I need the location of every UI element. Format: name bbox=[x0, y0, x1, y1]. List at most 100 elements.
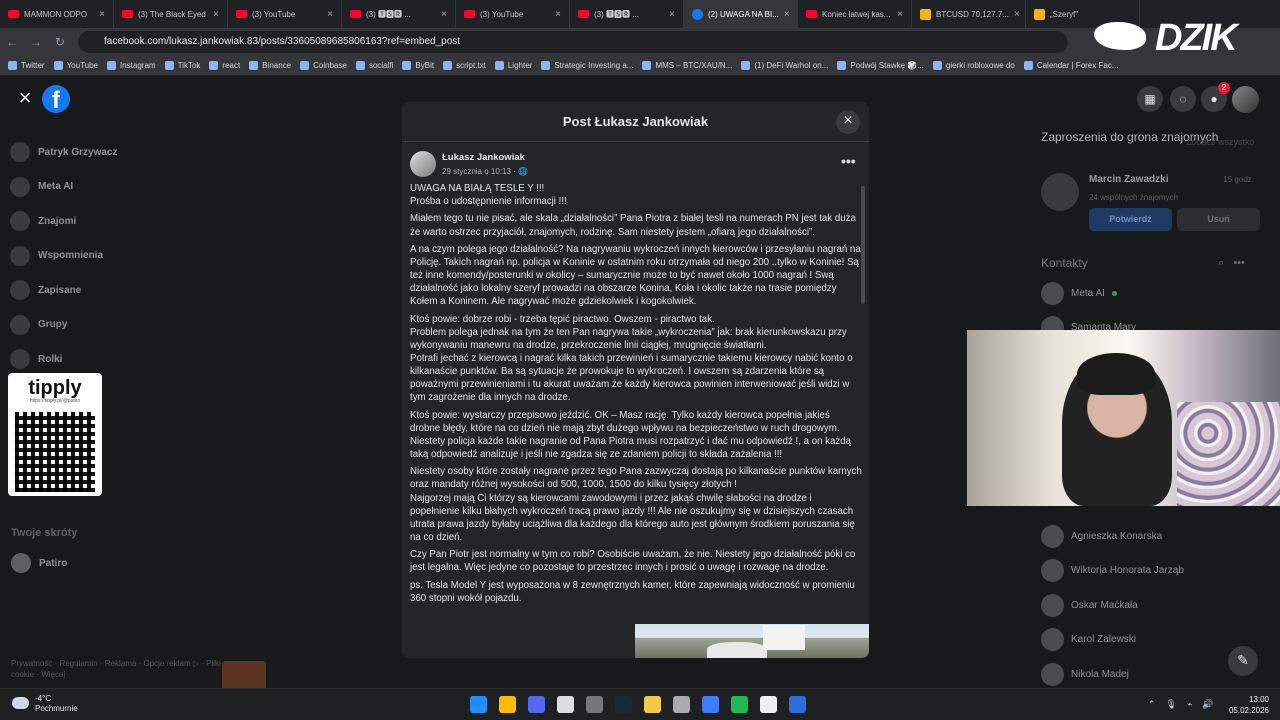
browser-tab[interactable]: (3) YouTube × bbox=[456, 0, 570, 28]
more-options-icon[interactable]: ••• bbox=[841, 153, 856, 169]
bookmark-item[interactable]: TikTok bbox=[164, 61, 200, 70]
close-tab-icon[interactable]: × bbox=[669, 9, 675, 20]
bookmark-item[interactable]: Lighter bbox=[494, 61, 532, 70]
contact-avatar bbox=[1041, 558, 1064, 582]
reload-icon[interactable]: ↻ bbox=[48, 35, 72, 49]
browser-tab[interactable]: (3) 🆃🆂🆁 ... × bbox=[342, 0, 456, 28]
discord-icon[interactable] bbox=[528, 696, 545, 713]
close-icon[interactable]: × bbox=[836, 110, 860, 134]
bookmark-item[interactable]: (1) DeFi Warhol on... bbox=[741, 61, 828, 70]
close-tab-icon[interactable]: × bbox=[784, 9, 790, 20]
close-tab-icon[interactable]: × bbox=[99, 9, 105, 20]
contact-item[interactable]: Oskar Maćkała bbox=[1041, 593, 1138, 617]
messenger-icon[interactable]: ◌ bbox=[1170, 86, 1196, 112]
menu-grid-icon[interactable]: ▦ bbox=[1137, 86, 1163, 112]
chevron-up-icon[interactable]: ⌃ bbox=[1148, 699, 1156, 710]
facebook-footer[interactable]: Prywatność · Regulamin · Reklama · Opcje… bbox=[11, 658, 221, 680]
bookmark-item[interactable]: YouTube bbox=[53, 61, 98, 70]
browser-tab[interactable]: Koniec łatwej kas... × bbox=[798, 0, 912, 28]
bookmark-item[interactable]: gierki robloxowe do bbox=[932, 61, 1015, 70]
author-name[interactable]: Łukasz Jankowiak bbox=[442, 152, 525, 163]
folder-icon[interactable] bbox=[644, 696, 661, 713]
bookmark-item[interactable]: MMS – BTC/XAU/N... bbox=[642, 61, 732, 70]
chrome-icon[interactable] bbox=[499, 696, 516, 713]
profile-avatar-icon bbox=[10, 142, 30, 163]
bookmark-item[interactable]: Calendar | Forex Fac... bbox=[1023, 61, 1118, 70]
left-nav-item[interactable]: Patryk Grzywacz bbox=[10, 135, 180, 170]
bookmark-item[interactable]: ByBit bbox=[402, 61, 434, 70]
forward-icon[interactable]: → bbox=[24, 35, 48, 49]
microphone-icon[interactable]: 🎙 bbox=[1166, 699, 1177, 710]
contact-item[interactable]: Nikola Madej bbox=[1041, 662, 1129, 686]
video-editor-icon[interactable] bbox=[557, 696, 574, 713]
browser-tab[interactable]: MAMMON ODPO × bbox=[0, 0, 114, 28]
volume-icon[interactable]: 🔊 bbox=[1202, 699, 1213, 710]
request-avatar[interactable] bbox=[1041, 173, 1079, 211]
browser-tab[interactable]: (3) 🆃🆂🆁 ... × bbox=[570, 0, 684, 28]
network-icon[interactable]: ⌁ bbox=[1187, 699, 1192, 710]
bookmark-item[interactable]: Strategic Investing a... bbox=[541, 61, 633, 70]
contact-item[interactable]: Agnieszka Konarska bbox=[1041, 524, 1162, 548]
bookmark-icon bbox=[53, 61, 63, 70]
delete-button[interactable]: Usuń bbox=[1177, 208, 1260, 231]
weather-widget[interactable]: -4°C Pochmurnie bbox=[12, 694, 78, 714]
network-icon[interactable] bbox=[702, 696, 719, 713]
steam-icon[interactable] bbox=[615, 696, 632, 713]
browser-tab[interactable]: BTCUSD 70,127.7... × bbox=[912, 0, 1026, 28]
contacts-title: Kontakty bbox=[1041, 256, 1088, 270]
see-all-link[interactable]: Zobacz wszystko bbox=[1186, 137, 1255, 147]
left-nav-item[interactable]: Znajomi bbox=[10, 204, 180, 239]
obs-icon[interactable] bbox=[586, 696, 603, 713]
browser-tab[interactable]: (3) The Black Eyed × bbox=[114, 0, 228, 28]
app-icon[interactable] bbox=[673, 696, 690, 713]
author-avatar[interactable] bbox=[410, 151, 436, 177]
contacts-tools[interactable]: ⌕ ••• bbox=[1218, 257, 1245, 270]
close-tab-icon[interactable]: × bbox=[327, 9, 333, 20]
request-name[interactable]: Marcin Zawadzki bbox=[1089, 174, 1168, 185]
bookmark-item[interactable]: script.txt bbox=[443, 61, 486, 70]
post-scrollbar[interactable] bbox=[861, 186, 865, 304]
browser-tab[interactable]: (3) YouTube × bbox=[228, 0, 342, 28]
address-bar[interactable]: facebook.com/lukasz.jankowiak.83/posts/3… bbox=[78, 31, 1068, 53]
left-nav-item[interactable]: Wspomnienia bbox=[10, 239, 180, 274]
browser-tab-active[interactable]: (2) UWAGA NA BI... × bbox=[684, 0, 798, 28]
left-nav-item[interactable]: Meta AI bbox=[10, 170, 180, 205]
bookmark-item[interactable]: react bbox=[209, 61, 240, 70]
bookmark-item[interactable]: Instagram bbox=[107, 61, 156, 70]
spotify-icon[interactable] bbox=[731, 696, 748, 713]
post-photo[interactable] bbox=[635, 624, 869, 658]
close-tab-icon[interactable]: × bbox=[555, 9, 561, 20]
close-tab-icon[interactable]: × bbox=[897, 9, 903, 20]
bookmark-item[interactable]: Coinbase bbox=[300, 61, 347, 70]
close-tab-icon[interactable]: × bbox=[1014, 9, 1020, 20]
facebook-logo-icon[interactable]: f bbox=[42, 85, 70, 114]
close-tab-icon[interactable]: × bbox=[441, 9, 447, 20]
close-post-view-icon[interactable]: × bbox=[14, 87, 36, 110]
start-icon[interactable] bbox=[470, 696, 487, 713]
photo-house bbox=[763, 625, 805, 650]
bookmark-item[interactable]: socialfi bbox=[355, 61, 393, 70]
contact-item[interactable]: Meta AI bbox=[1041, 281, 1117, 305]
profile-avatar[interactable] bbox=[1232, 86, 1259, 113]
left-nav-item[interactable]: Grupy bbox=[10, 308, 180, 343]
shortcut-item[interactable]: Patiro bbox=[11, 553, 67, 573]
system-clock[interactable]: 13:00 05.02.2026 bbox=[1225, 694, 1269, 716]
contact-item[interactable]: Wiktoria Honorata Jarząb bbox=[1041, 558, 1184, 582]
streamer-webcam bbox=[967, 330, 1280, 506]
post-paragraph: A na czym polega jego działalność? Na na… bbox=[410, 243, 861, 308]
app-icon[interactable] bbox=[760, 696, 777, 713]
contact-item[interactable]: Karol Zalewski bbox=[1041, 627, 1136, 651]
app-icon[interactable] bbox=[789, 696, 806, 713]
close-tab-icon[interactable]: × bbox=[213, 9, 219, 20]
left-nav-item[interactable]: Rolki bbox=[10, 342, 180, 377]
photo-vehicle bbox=[707, 642, 767, 658]
edit-icon[interactable]: ✎ bbox=[1228, 646, 1258, 676]
post-date[interactable]: 29 stycznia o 10:13 · 🌐 bbox=[442, 167, 528, 176]
shortcuts-title: Twoje skróty bbox=[11, 527, 78, 539]
bookmark-item[interactable]: Twitter bbox=[8, 61, 45, 70]
back-icon[interactable]: ← bbox=[0, 35, 24, 49]
bookmark-item[interactable]: Podwój Stawkę 🎲... bbox=[837, 61, 924, 70]
bookmark-item[interactable]: Binance bbox=[249, 61, 291, 70]
left-nav-item[interactable]: Zapisane bbox=[10, 273, 180, 308]
confirm-button[interactable]: Potwierdź bbox=[1089, 208, 1172, 231]
